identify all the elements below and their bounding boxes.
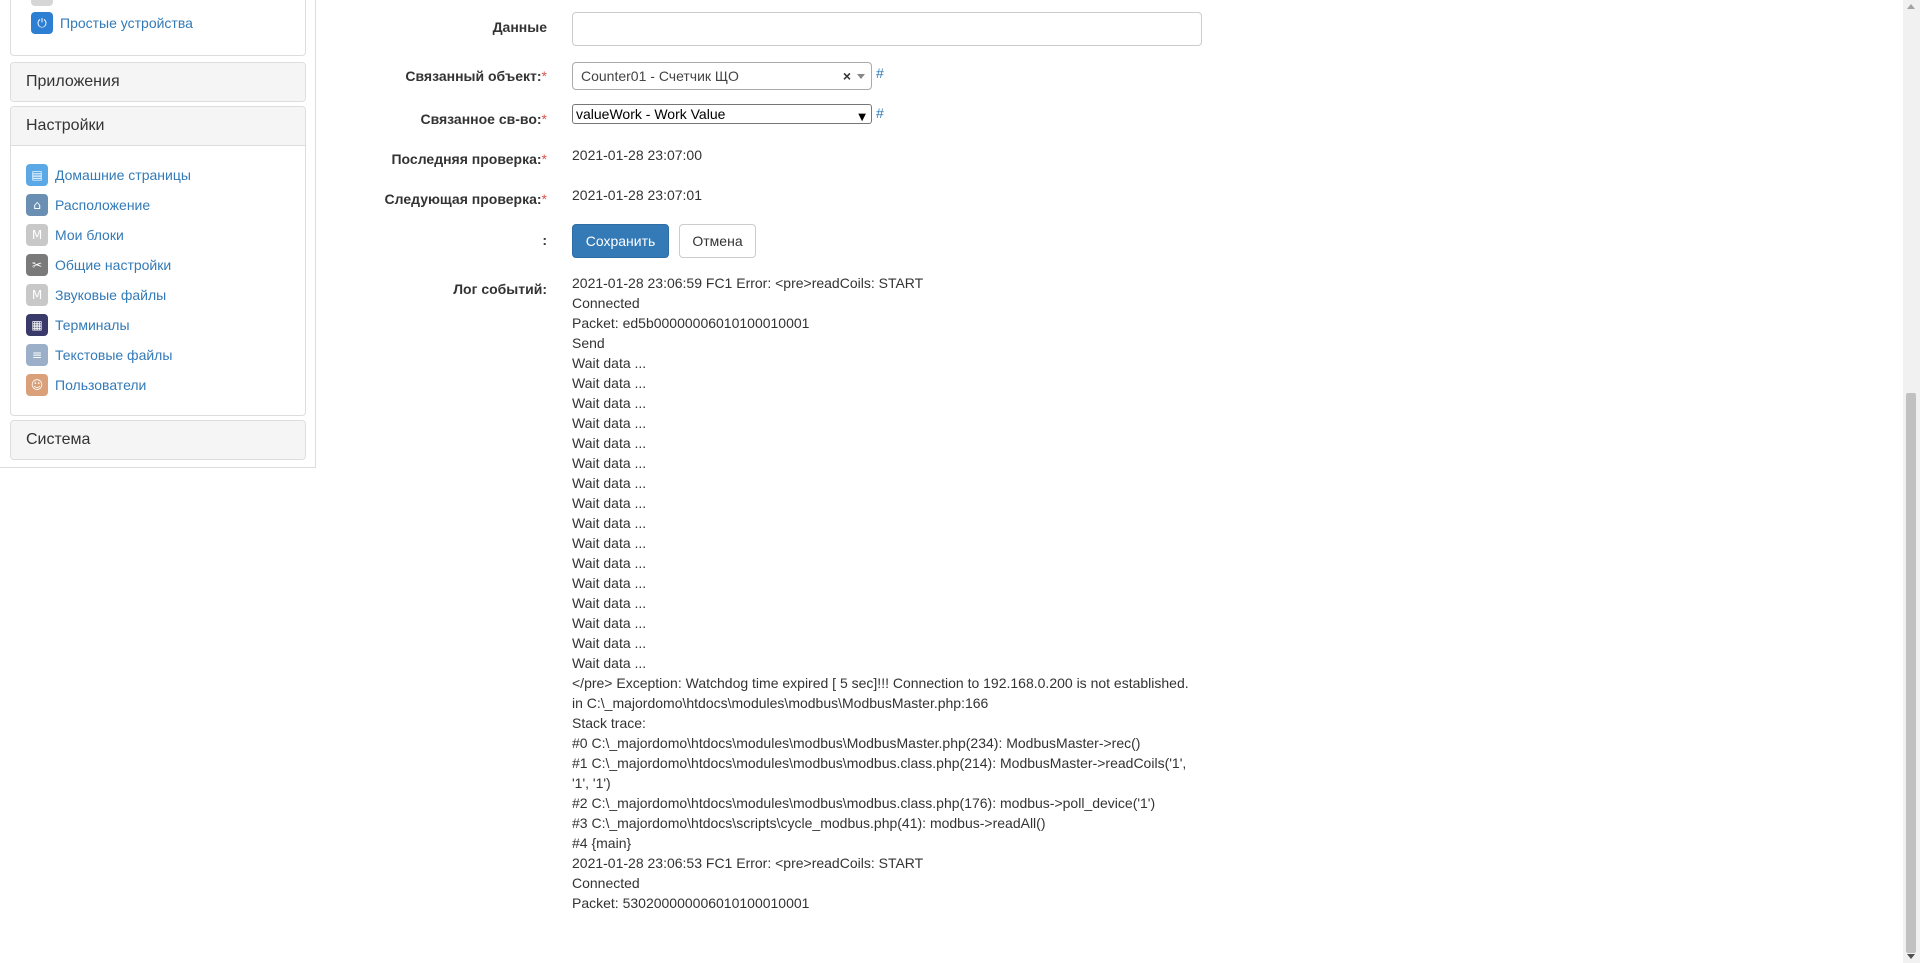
text-file-icon: ≡	[26, 344, 48, 366]
log-line: Wait data ...	[572, 595, 647, 611]
devices-panel: ⏻ Простые устройства	[10, 0, 306, 56]
log-line: Connected	[572, 875, 640, 891]
sidebar-item-simple-devices[interactable]: ⏻ Простые устройства	[31, 11, 193, 35]
system-panel[interactable]: Система	[10, 420, 306, 460]
log-line: Wait data ...	[572, 355, 647, 371]
scroll-thumb[interactable]	[1906, 393, 1916, 953]
sidebar-item-label: Мои блоки	[55, 227, 124, 243]
scroll-up-icon[interactable]	[1907, 4, 1915, 9]
linked-prop-link[interactable]: #	[876, 105, 884, 121]
tools-icon: ✂	[26, 254, 48, 276]
log-line: Wait data ...	[572, 375, 647, 391]
log-line: Send	[572, 335, 605, 351]
log-line: Wait data ...	[572, 415, 647, 431]
log-line: Packet: 530200000006010100010001	[572, 895, 810, 911]
linked-object-value: Counter01 - Счетчик ЩО	[581, 68, 739, 84]
log-line: #4 {main}	[572, 835, 632, 851]
sidebar: ⏻ Простые устройства Приложения Настройк…	[0, 0, 316, 468]
page-scrollbar[interactable]	[1903, 0, 1920, 963]
sidebar-item-sound[interactable]: M Звуковые файлы	[26, 283, 166, 307]
sidebar-item-house[interactable]: ⌂ Расположение	[26, 193, 150, 217]
log-line: in C:\_majordomo\htdocs\modules\modbus\M…	[572, 695, 989, 711]
data-input[interactable]	[572, 12, 1202, 46]
log-line: Wait data ...	[572, 615, 647, 631]
power-icon: ⏻	[31, 12, 53, 34]
log-line: 2021-01-28 23:06:53 FC1 Error: <pre>read…	[572, 855, 924, 871]
sidebar-item-label: Простые устройства	[60, 15, 193, 31]
log-line: Wait data ...	[572, 455, 647, 471]
log-label: Лог событий:	[453, 281, 547, 297]
log-line: 2021-01-28 23:06:59 FC1 Error: <pre>read…	[572, 275, 924, 291]
last-check-value: 2021-01-28 23:07:00	[572, 147, 702, 163]
sidebar-item-tools[interactable]: ✂ Общие настройки	[26, 253, 171, 277]
log-line: Wait data ...	[572, 495, 647, 511]
log-line: Wait data ...	[572, 435, 647, 451]
sidebar-item-label: Текстовые файлы	[55, 347, 173, 363]
apps-panel[interactable]: Приложения	[10, 62, 306, 102]
chevron-down-icon: ▼	[858, 112, 866, 123]
log-line: Wait data ...	[572, 635, 647, 651]
next-check-value: 2021-01-28 23:07:01	[572, 187, 702, 203]
sidebar-item-users[interactable]: ☺ Пользователи	[26, 373, 146, 397]
log-line: #3 C:\_majordomo\htdocs\scripts\cycle_mo…	[572, 815, 1046, 831]
linked-prop-value: valueWork - Work Value	[576, 106, 726, 122]
terminal-icon: ▦	[26, 314, 48, 336]
log-line: Wait data ...	[572, 395, 647, 411]
last-check-label: Последняя проверка:*	[391, 151, 547, 167]
users-icon: ☺	[26, 374, 48, 396]
log-line: Wait data ...	[572, 555, 647, 571]
panel-heading-apps[interactable]: Приложения	[11, 63, 305, 101]
data-label: Данные	[492, 19, 547, 35]
sound-icon: M	[26, 284, 48, 306]
log-line: Wait data ...	[572, 575, 647, 591]
settings-panel: Настройки ▤ Домашние страницы ⌂ Расположени…	[10, 106, 306, 416]
linked-object-link[interactable]: #	[876, 65, 884, 81]
partial-icon	[31, 0, 53, 6]
sidebar-item-document[interactable]: ▤ Домашние страницы	[26, 163, 191, 187]
panel-heading-settings[interactable]: Настройки	[11, 107, 305, 146]
log-line: </pre> Exception: Watchdog time expired …	[572, 675, 1189, 691]
sidebar-item-label: Общие настройки	[55, 257, 172, 273]
sidebar-item-label: Домашние страницы	[55, 167, 191, 183]
event-log: 2021-01-28 23:06:59 FC1 Error: <pre>read…	[572, 273, 1192, 913]
log-line: #2 C:\_majordomo\htdocs\modules\modbus\m…	[572, 795, 1156, 811]
save-button[interactable]: Сохранить	[572, 224, 669, 258]
blocks-icon: M	[26, 224, 48, 246]
log-line: Connected	[572, 295, 640, 311]
log-line: Wait data ...	[572, 515, 647, 531]
log-line: Wait data ...	[572, 535, 647, 551]
log-line: Stack trace:	[572, 715, 646, 731]
sidebar-item-label: Терминалы	[55, 317, 130, 333]
document-icon: ▤	[26, 164, 48, 186]
linked-object-label: Связанный объект:*	[405, 68, 547, 84]
scroll-down-icon[interactable]	[1907, 954, 1915, 959]
linked-prop-label: Связанное св-во:*	[420, 111, 547, 127]
sidebar-item-label: Пользователи	[55, 377, 147, 393]
clear-icon[interactable]: ×	[843, 63, 851, 89]
log-line: Packet: ed5b00000006010100010001	[572, 315, 810, 331]
sidebar-item-blocks[interactable]: M Мои блоки	[26, 223, 124, 247]
sidebar-item-terminal[interactable]: ▦ Терминалы	[26, 313, 130, 337]
chevron-down-icon	[857, 74, 865, 79]
house-icon: ⌂	[26, 194, 48, 216]
log-line: Wait data ...	[572, 475, 647, 491]
sidebar-item-text-file[interactable]: ≡ Текстовые файлы	[26, 343, 172, 367]
panel-heading-system[interactable]: Система	[11, 421, 305, 459]
cancel-button[interactable]: Отмена	[679, 224, 756, 258]
log-line: #0 C:\_majordomo\htdocs\modules\modbus\M…	[572, 735, 1141, 751]
linked-prop-select[interactable]: valueWork - Work Value ▼	[572, 104, 872, 124]
log-line: #1 C:\_majordomo\htdocs\modules\modbus\m…	[572, 755, 1191, 791]
sidebar-item-label: Расположение	[55, 197, 151, 213]
buttons-label: :	[542, 232, 547, 248]
sidebar-item-label: Звуковые файлы	[55, 287, 167, 303]
log-line: Wait data ...	[572, 655, 647, 671]
linked-object-select[interactable]: Counter01 - Счетчик ЩО ×	[572, 62, 872, 90]
next-check-label: Следующая проверка:*	[384, 191, 547, 207]
